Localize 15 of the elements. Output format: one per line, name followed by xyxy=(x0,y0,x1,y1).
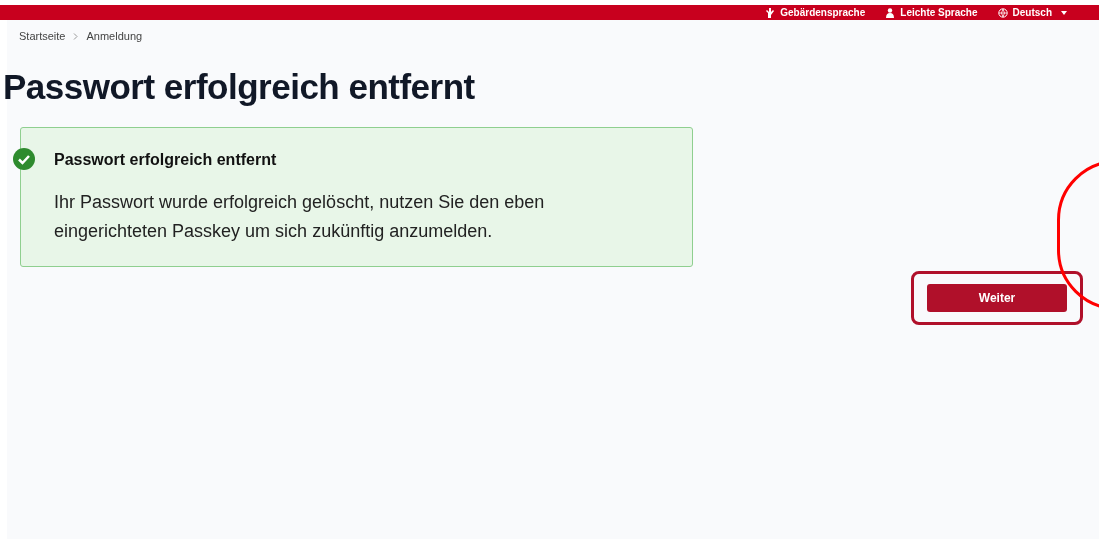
top-bar-link[interactable]: Leichte Sprache xyxy=(885,7,978,18)
breadcrumb-link[interactable]: Startseite xyxy=(19,28,66,45)
continue-button[interactable]: Weiter xyxy=(927,283,1067,312)
top-bar-link[interactable]: Gebärdensprache xyxy=(765,7,866,18)
checkmark-icon xyxy=(13,147,35,170)
page-title: Passwort erfolgreich entfernt xyxy=(3,68,475,104)
hand-icon xyxy=(765,7,776,18)
alert-message: Ihr Passwort wurde erfolgreich gelöscht, nutzen Sie den eben eingerichteten Passkey um sich zukünftig anzumelden. xyxy=(54,190,546,243)
person-icon xyxy=(885,7,896,18)
breadcrumb-link[interactable]: Anmeldung xyxy=(86,28,143,45)
caret-icon xyxy=(1061,10,1067,15)
chevron-icon xyxy=(73,32,79,40)
top-bar-link[interactable]: Deutsch xyxy=(997,7,1067,18)
globe-icon xyxy=(997,7,1008,18)
alert-title: Passwort erfolgreich entfernt xyxy=(54,149,278,170)
